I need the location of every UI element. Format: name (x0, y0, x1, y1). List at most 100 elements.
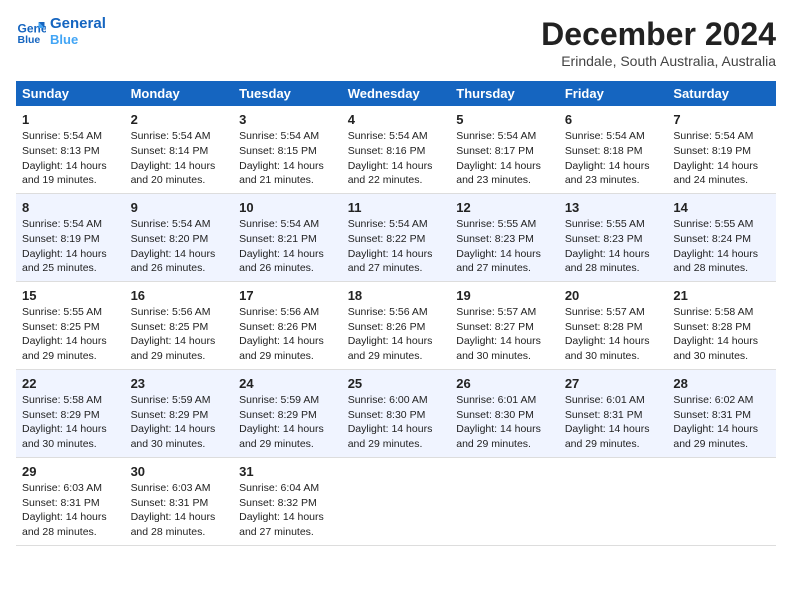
sunset-text: Sunset: 8:21 PM (239, 233, 317, 245)
sunrise-text: Sunrise: 5:54 AM (239, 130, 319, 142)
calendar-cell: 28Sunrise: 6:02 AMSunset: 8:31 PMDayligh… (667, 369, 776, 457)
day-header-monday: Monday (125, 81, 234, 106)
sunset-text: Sunset: 8:29 PM (239, 409, 317, 421)
calendar-header-row: SundayMondayTuesdayWednesdayThursdayFrid… (16, 81, 776, 106)
sunset-text: Sunset: 8:31 PM (673, 409, 751, 421)
daylight-minutes: and 29 minutes. (131, 350, 206, 362)
sunrise-text: Sunrise: 5:54 AM (348, 218, 428, 230)
calendar-cell: 14Sunrise: 5:55 AMSunset: 8:24 PMDayligh… (667, 193, 776, 281)
sunrise-text: Sunrise: 6:00 AM (348, 394, 428, 406)
logo-icon: General Blue (16, 16, 46, 46)
daylight-minutes: and 28 minutes. (565, 262, 640, 274)
sunrise-text: Sunrise: 5:54 AM (348, 130, 428, 142)
calendar-week-5: 29Sunrise: 6:03 AMSunset: 8:31 PMDayligh… (16, 457, 776, 545)
daylight-minutes: and 19 minutes. (22, 174, 97, 186)
daylight-label: Daylight: 14 hours (22, 248, 107, 260)
daylight-minutes: and 30 minutes. (456, 350, 531, 362)
sunset-text: Sunset: 8:32 PM (239, 497, 317, 509)
sunrise-text: Sunrise: 6:04 AM (239, 482, 319, 494)
daylight-label: Daylight: 14 hours (239, 160, 324, 172)
daylight-label: Daylight: 14 hours (131, 248, 216, 260)
calendar-cell: 17Sunrise: 5:56 AMSunset: 8:26 PMDayligh… (233, 281, 342, 369)
calendar-cell: 4Sunrise: 5:54 AM Sunset: 8:16 PM Daylight… (342, 106, 451, 193)
day-number: 28 (673, 375, 770, 393)
day-number: 31 (239, 463, 336, 481)
daylight-minutes: and 21 minutes. (239, 174, 314, 186)
sunset-text: Sunset: 8:29 PM (22, 409, 100, 421)
calendar-week-3: 15Sunrise: 5:55 AMSunset: 8:25 PMDayligh… (16, 281, 776, 369)
daylight-minutes: and 28 minutes. (22, 526, 97, 538)
sunset-text: Sunset: 8:22 PM (348, 233, 426, 245)
daylight-label: Daylight: 14 hours (239, 248, 324, 260)
calendar-cell: 19Sunrise: 5:57 AMSunset: 8:27 PMDayligh… (450, 281, 559, 369)
day-header-thursday: Thursday (450, 81, 559, 106)
sunset-text: Sunset: 8:16 PM (348, 145, 426, 157)
day-number: 24 (239, 375, 336, 393)
daylight-label: Daylight: 14 hours (673, 160, 758, 172)
calendar-week-1: 1 Sunrise: 5:54 AM Sunset: 8:13 PM Daylight… (16, 106, 776, 193)
sunrise-text: Sunrise: 5:56 AM (348, 306, 428, 318)
daylight-label: Daylight: 14 hours (131, 160, 216, 172)
title-block: December 2024 Erindale, South Australia,… (541, 16, 776, 69)
sunrise-text: Sunrise: 5:58 AM (22, 394, 102, 406)
sunset-text: Sunset: 8:20 PM (131, 233, 209, 245)
daylight-label: Daylight: 14 hours (673, 423, 758, 435)
sunset-text: Sunset: 8:15 PM (239, 145, 317, 157)
sunset-text: Sunset: 8:28 PM (565, 321, 643, 333)
day-header-friday: Friday (559, 81, 668, 106)
calendar-cell: 31Sunrise: 6:04 AM Sunset: 8:32 PM Dayligh… (233, 457, 342, 545)
calendar-cell (667, 457, 776, 545)
day-number: 5 (456, 111, 553, 129)
daylight-label: Daylight: 14 hours (456, 335, 541, 347)
sunset-text: Sunset: 8:17 PM (456, 145, 534, 157)
day-number: 3 (239, 111, 336, 129)
sunset-text: Sunset: 8:14 PM (131, 145, 209, 157)
sunrise-text: Sunrise: 5:57 AM (565, 306, 645, 318)
day-number: 17 (239, 287, 336, 305)
sunrise-text: Sunrise: 5:56 AM (131, 306, 211, 318)
calendar-cell: 8Sunrise: 5:54 AMSunset: 8:19 PMDaylight… (16, 193, 125, 281)
sunrise-text: Sunrise: 6:01 AM (456, 394, 536, 406)
day-number: 22 (22, 375, 119, 393)
logo-text-line1: General (50, 16, 106, 33)
sunrise-text: Sunrise: 5:55 AM (456, 218, 536, 230)
day-number: 10 (239, 199, 336, 217)
day-header-sunday: Sunday (16, 81, 125, 106)
sunrise-text: Sunrise: 5:55 AM (22, 306, 102, 318)
calendar-cell: 27Sunrise: 6:01 AMSunset: 8:31 PMDayligh… (559, 369, 668, 457)
calendar-table: SundayMondayTuesdayWednesdayThursdayFrid… (16, 81, 776, 546)
calendar-cell: 13Sunrise: 5:55 AMSunset: 8:23 PMDayligh… (559, 193, 668, 281)
sunset-text: Sunset: 8:23 PM (456, 233, 534, 245)
daylight-label: Daylight: 14 hours (456, 423, 541, 435)
sunset-text: Sunset: 8:13 PM (22, 145, 100, 157)
day-number: 30 (131, 463, 228, 481)
daylight-minutes: and 26 minutes. (239, 262, 314, 274)
day-number: 19 (456, 287, 553, 305)
calendar-cell: 12Sunrise: 5:55 AMSunset: 8:23 PMDayligh… (450, 193, 559, 281)
calendar-cell (342, 457, 451, 545)
daylight-minutes: and 27 minutes. (348, 262, 423, 274)
daylight-minutes: and 23 minutes. (456, 174, 531, 186)
daylight-minutes: and 29 minutes. (239, 438, 314, 450)
day-header-saturday: Saturday (667, 81, 776, 106)
sunrise-text: Sunrise: 5:59 AM (131, 394, 211, 406)
calendar-cell: 7Sunrise: 5:54 AMSunset: 8:19 PMDaylight… (667, 106, 776, 193)
daylight-label: Daylight: 14 hours (131, 511, 216, 523)
calendar-cell: 23Sunrise: 5:59 AMSunset: 8:29 PMDayligh… (125, 369, 234, 457)
logo-text-line2: Blue (50, 33, 106, 47)
day-number: 1 (22, 111, 119, 129)
daylight-label: Daylight: 14 hours (456, 248, 541, 260)
sunrise-text: Sunrise: 5:57 AM (456, 306, 536, 318)
daylight-minutes: and 29 minutes. (239, 350, 314, 362)
sunset-text: Sunset: 8:31 PM (22, 497, 100, 509)
day-number: 9 (131, 199, 228, 217)
daylight-label: Daylight: 14 hours (565, 335, 650, 347)
calendar-cell: 29Sunrise: 6:03 AMSunset: 8:31 PMDayligh… (16, 457, 125, 545)
sunrise-text: Sunrise: 5:59 AM (239, 394, 319, 406)
daylight-label: Daylight: 14 hours (239, 511, 324, 523)
daylight-label: Daylight: 14 hours (348, 160, 433, 172)
daylight-label: Daylight: 14 hours (673, 248, 758, 260)
day-number: 4 (348, 111, 445, 129)
daylight-minutes: and 29 minutes. (348, 350, 423, 362)
daylight-minutes: and 29 minutes. (673, 438, 748, 450)
